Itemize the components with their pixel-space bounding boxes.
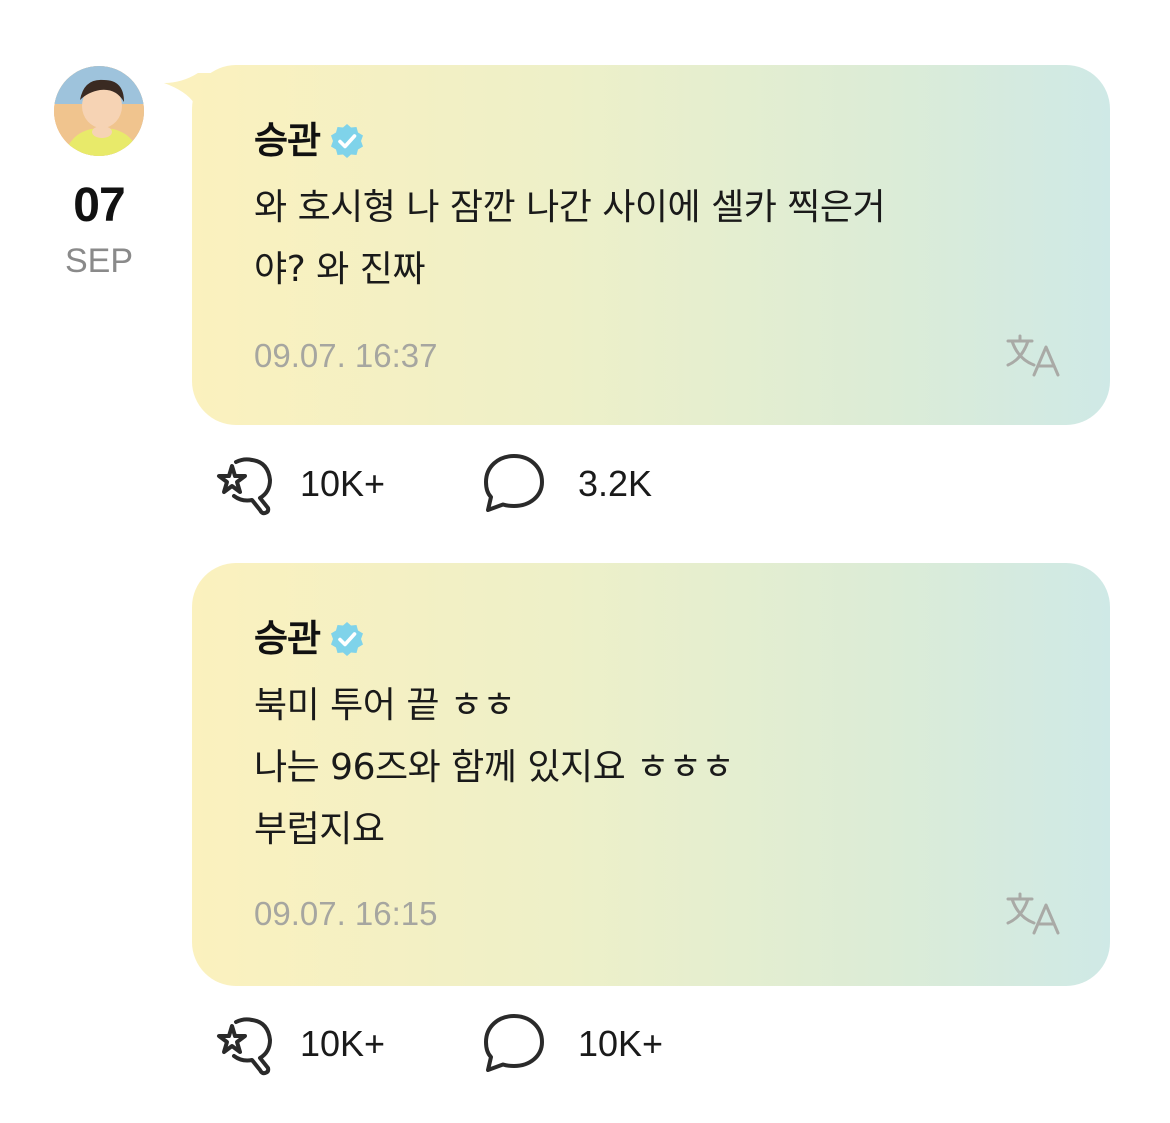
post-meta: 09.07. 16:15 <box>254 891 1064 937</box>
post-timestamp: 09.07. 16:15 <box>254 895 438 932</box>
date-column: 07 SEP <box>52 66 146 278</box>
post-body: 와 호시형 나 잠깐 나간 사이에 셀카 찍은거 야? 와 진짜 <box>254 177 1050 301</box>
comment-button[interactable]: 10K+ <box>478 1012 663 1076</box>
author-name[interactable]: 승관 <box>254 117 321 165</box>
author-row: 승관 <box>254 117 1050 165</box>
like-button[interactable]: 10K+ <box>206 452 478 516</box>
post-card[interactable]: 승관 와 호시형 나 잠깐 나간 사이에 셀카 찍은거 야? 와 진짜 09.0… <box>192 65 1110 425</box>
like-button[interactable]: 10K+ <box>206 1012 478 1076</box>
comment-count: 10K+ <box>578 1023 664 1064</box>
post-meta: 09.07. 16:37 <box>254 333 1064 379</box>
translate-icon[interactable] <box>1004 333 1064 379</box>
translate-icon[interactable] <box>1004 891 1064 937</box>
verified-badge-icon <box>331 622 364 656</box>
post-body-line: 북미 투어 끝 ㅎㅎ <box>254 685 516 726</box>
avatar[interactable] <box>54 66 144 156</box>
avatar-image <box>54 66 144 156</box>
post-body-line: 야? 와 진짜 <box>254 249 425 290</box>
like-sparkle-icon <box>217 457 272 516</box>
post-actions: 10K+ 3.2K <box>206 452 652 516</box>
date-day: 07 <box>73 179 125 232</box>
post-timestamp: 09.07. 16:37 <box>254 337 438 374</box>
comment-button[interactable]: 3.2K <box>478 452 652 516</box>
comment-bubble-icon <box>484 1014 544 1072</box>
like-sparkle-icon <box>217 1017 272 1076</box>
post-body-line: 와 호시형 나 잠깐 나간 사이에 셀카 찍은거 <box>254 187 886 228</box>
post-actions: 10K+ 10K+ <box>206 1012 663 1076</box>
comment-bubble-icon <box>484 454 544 512</box>
author-name[interactable]: 승관 <box>254 615 321 663</box>
like-count: 10K+ <box>300 1023 386 1064</box>
date-month: SEP <box>64 242 134 280</box>
author-row: 승관 <box>254 615 1050 663</box>
verified-badge-icon <box>331 124 364 158</box>
like-count: 10K+ <box>300 463 386 504</box>
post-body-line: 나는 96즈와 함께 있지요 ㅎㅎㅎ <box>254 747 735 788</box>
post-body: 북미 투어 끝 ㅎㅎ 나는 96즈와 함께 있지요 ㅎㅎㅎ 부럽지요 <box>254 675 1050 861</box>
post-body-line: 부럽지요 <box>254 809 385 850</box>
post-card[interactable]: 승관 북미 투어 끝 ㅎㅎ 나는 96즈와 함께 있지요 ㅎㅎㅎ 부럽지요 09… <box>192 563 1110 986</box>
comment-count: 3.2K <box>578 463 653 504</box>
